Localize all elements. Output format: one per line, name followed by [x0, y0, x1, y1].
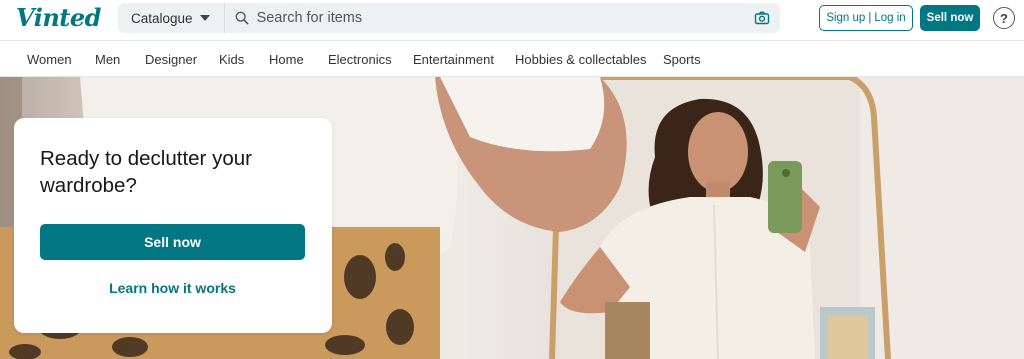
chevron-down-icon [199, 15, 210, 21]
hero-sell-now-button[interactable]: Sell now [40, 224, 305, 260]
nav-item-men[interactable]: Men [95, 52, 120, 67]
nav-item-hobbies[interactable]: Hobbies & collectables [515, 52, 647, 67]
hero-banner: Ready to declutter your wardrobe? Sell n… [0, 77, 1024, 359]
nav-item-women[interactable]: Women [27, 52, 72, 67]
declutter-card: Ready to declutter your wardrobe? Sell n… [14, 118, 332, 333]
search-bar: Catalogue [118, 3, 780, 33]
nav-item-entertainment[interactable]: Entertainment [413, 52, 494, 67]
sell-now-button[interactable]: Sell now [920, 5, 980, 31]
signup-link[interactable]: Sign up [826, 12, 865, 24]
search-icon [235, 11, 249, 25]
category-nav: Women Men Designer Kids Home Electronics… [0, 40, 1024, 77]
vinted-logo[interactable]: Vinted [16, 3, 101, 32]
auth-separator: | [868, 12, 872, 24]
top-header: Vinted Catalogue Sign up | Log in Sell n… [0, 0, 1024, 40]
signup-login-button: Sign up | Log in [819, 5, 913, 31]
learn-how-it-works-link[interactable]: Learn how it works [40, 280, 305, 296]
nav-item-sports[interactable]: Sports [663, 52, 701, 67]
hero-title: Ready to declutter your wardrobe? [40, 147, 252, 197]
login-link[interactable]: Log in [874, 12, 905, 24]
nav-item-home[interactable]: Home [269, 52, 304, 67]
search-input[interactable] [248, 4, 754, 32]
camera-icon[interactable] [754, 10, 770, 26]
nav-item-electronics[interactable]: Electronics [328, 52, 392, 67]
help-icon[interactable]: ? [993, 7, 1015, 29]
catalogue-dropdown[interactable]: Catalogue [118, 3, 225, 33]
catalogue-label: Catalogue [131, 10, 193, 26]
nav-item-kids[interactable]: Kids [219, 52, 244, 67]
nav-item-designer[interactable]: Designer [145, 52, 197, 67]
